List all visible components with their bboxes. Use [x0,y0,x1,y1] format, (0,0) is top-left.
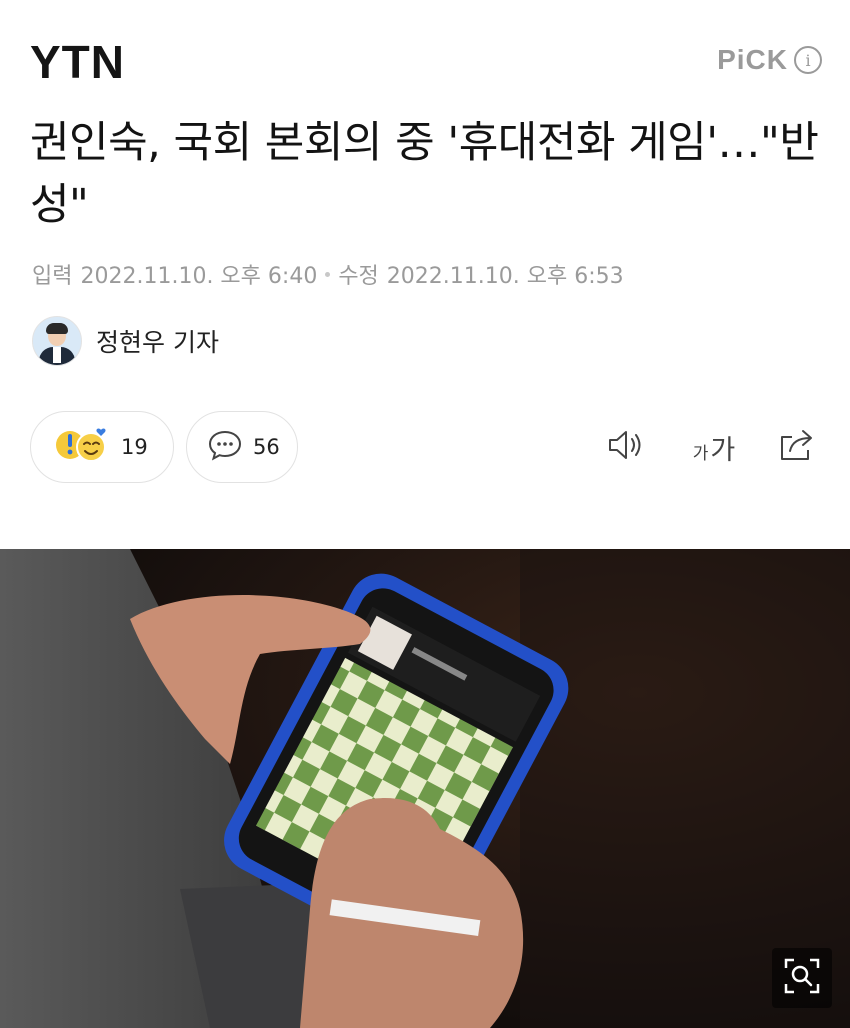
font-size-icon: 가 가 [693,428,735,467]
share-icon [776,427,816,467]
date-separator [325,271,331,277]
font-size-button[interactable]: 가 가 [684,425,744,469]
reporter-name[interactable]: 정현우 기자 [96,323,219,359]
zoom-button[interactable] [772,948,832,1008]
comment-bubble-icon [207,429,243,465]
modified-label: 수정 [338,264,379,289]
article-dates: 입력 2022.11.10. 오후 6:40 수정 2022.11.10. 오후… [32,258,624,290]
input-datetime: 2022.11.10. 오후 6:40 [80,264,318,289]
font-size-small: 가 [692,443,709,464]
audio-button[interactable] [604,425,648,469]
speaker-icon [606,427,646,467]
photo-illustration [0,549,850,1028]
reporter-avatar[interactable] [32,316,82,366]
pick-badge[interactable]: PiCK i [717,44,822,76]
reaction-button[interactable]: 19 [30,411,174,483]
info-icon[interactable]: i [794,46,822,74]
avatar-shirt [53,347,61,363]
comment-button[interactable]: 56 [186,411,298,483]
zoom-magnifier-icon [782,956,822,1000]
article-actions: 19 56 가 가 [30,411,820,485]
font-size-large: 가 [710,434,736,466]
reaction-emoji-icon [55,425,111,469]
pick-label: PiCK [717,44,788,75]
ytn-logo[interactable]: YTN [30,38,125,86]
reaction-count: 19 [121,435,148,459]
avatar-hair [46,323,68,334]
modified-datetime: 2022.11.10. 오후 6:53 [386,264,624,289]
comment-count: 56 [253,435,280,459]
article-headline: 권인숙, 국회 본회의 중 '휴대전화 게임'…"반성" [30,118,819,230]
byline[interactable]: 정현우 기자 [32,316,219,366]
share-button[interactable] [774,425,818,469]
article-header: YTN PiCK i [0,0,850,110]
article-photo[interactable] [0,549,850,1028]
input-label: 입력 [32,264,73,289]
